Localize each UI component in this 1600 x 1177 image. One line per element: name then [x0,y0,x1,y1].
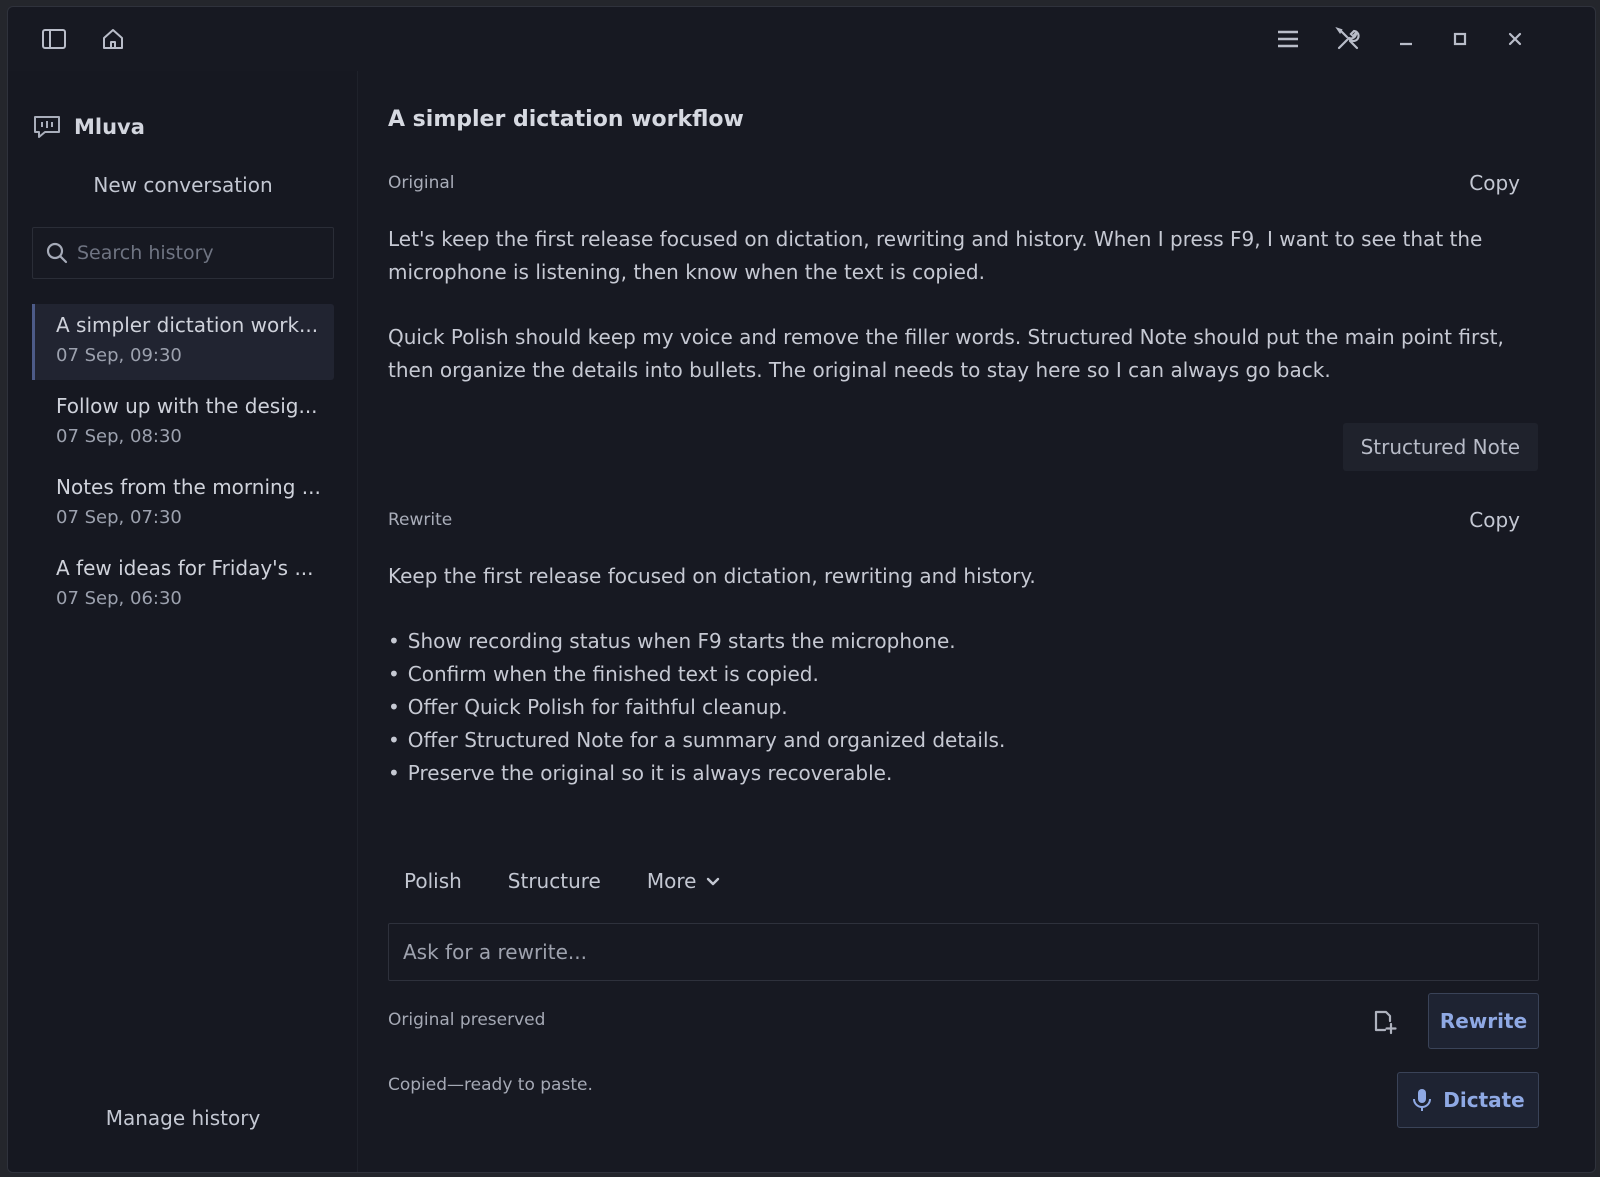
copy-rewrite-button[interactable]: Copy [1469,508,1520,532]
bullet-item: Offer Quick Polish for faithful cleanup. [388,691,1538,724]
search-input[interactable] [77,242,317,264]
history-item-title: Follow up with the desig... [56,394,318,418]
history-list: A simpler dictation work... 07 Sep, 09:3… [32,304,334,628]
rewrite-actions: Polish Structure More [388,861,738,901]
chat-logo-icon [34,116,60,138]
search-box[interactable] [32,227,334,279]
chevron-down-icon [707,877,720,886]
close-icon[interactable] [1499,23,1531,55]
new-conversation-button[interactable]: New conversation [32,165,334,205]
sidebar: Mluva New conversation A simpler dictati… [8,71,358,1172]
add-note-icon[interactable] [1369,1006,1401,1038]
more-dropdown[interactable]: More [631,861,739,901]
structure-button[interactable]: Structure [492,861,617,901]
tools-icon[interactable] [1332,23,1364,55]
bullet-item: Show recording status when F9 starts the… [388,625,1538,658]
dictate-label: Dictate [1443,1088,1525,1112]
original-paragraph: Let's keep the first release focused on … [388,227,1483,284]
rewrite-button[interactable]: Rewrite [1428,993,1539,1049]
history-item-title: A few ideas for Friday's ... [56,556,314,580]
polish-button[interactable]: Polish [388,861,478,901]
search-icon [46,242,68,264]
history-item-time: 07 Sep, 09:30 [56,345,182,366]
rewrite-intro: Keep the first release focused on dictat… [388,564,1036,588]
manage-history-button[interactable]: Manage history [32,1098,334,1138]
rewrite-prompt[interactable] [388,923,1539,981]
maximize-icon[interactable] [1444,23,1476,55]
history-item-time: 07 Sep, 06:30 [56,588,182,609]
bullet-item: Preserve the original so it is always re… [388,757,1538,790]
minimize-icon[interactable] [1390,23,1422,55]
sidebar-toggle-icon[interactable] [38,23,70,55]
history-item-title: Notes from the morning ... [56,475,321,499]
original-text: Let's keep the first release focused on … [388,223,1538,387]
copy-status: Copied—ready to paste. [388,1075,593,1095]
history-item[interactable]: Follow up with the desig... 07 Sep, 08:3… [32,385,334,461]
rewrite-text: Keep the first release focused on dictat… [388,560,1538,790]
history-item[interactable]: Notes from the morning ... 07 Sep, 07:30 [32,466,334,542]
brand: Mluva [32,111,145,143]
rewrite-bullets: Show recording status when F9 starts the… [388,625,1538,790]
rewrite-label: Rewrite [388,510,453,530]
mode-chip[interactable]: Structured Note [1342,423,1538,471]
history-item-time: 07 Sep, 08:30 [56,426,182,447]
original-paragraph: Quick Polish should keep my voice and re… [388,325,1504,382]
app-name: Mluva [74,115,145,139]
history-item-title: A simpler dictation work... [56,313,319,337]
main-panel: A simpler dictation workflow Original Co… [388,71,1548,1172]
history-item-time: 07 Sep, 07:30 [56,507,182,528]
home-icon[interactable] [97,23,129,55]
copy-original-button[interactable]: Copy [1469,171,1520,195]
rewrite-prompt-input[interactable] [403,940,1523,964]
dictate-button[interactable]: Dictate [1397,1072,1539,1128]
bullet-item: Offer Structured Note for a summary and … [388,724,1538,757]
menu-icon[interactable] [1272,23,1304,55]
microphone-icon [1413,1089,1432,1111]
history-item[interactable]: A few ideas for Friday's ... 07 Sep, 06:… [32,547,334,623]
more-label: More [646,869,697,893]
original-preserved-status: Original preserved [388,1010,546,1030]
title-bar [8,7,1595,71]
app-window: Mluva New conversation A simpler dictati… [7,6,1596,1173]
conversation-title: A simpler dictation workflow [388,107,744,132]
original-label: Original [388,173,455,193]
bullet-item: Confirm when the finished text is copied… [388,658,1538,691]
history-item[interactable]: A simpler dictation work... 07 Sep, 09:3… [32,304,334,380]
